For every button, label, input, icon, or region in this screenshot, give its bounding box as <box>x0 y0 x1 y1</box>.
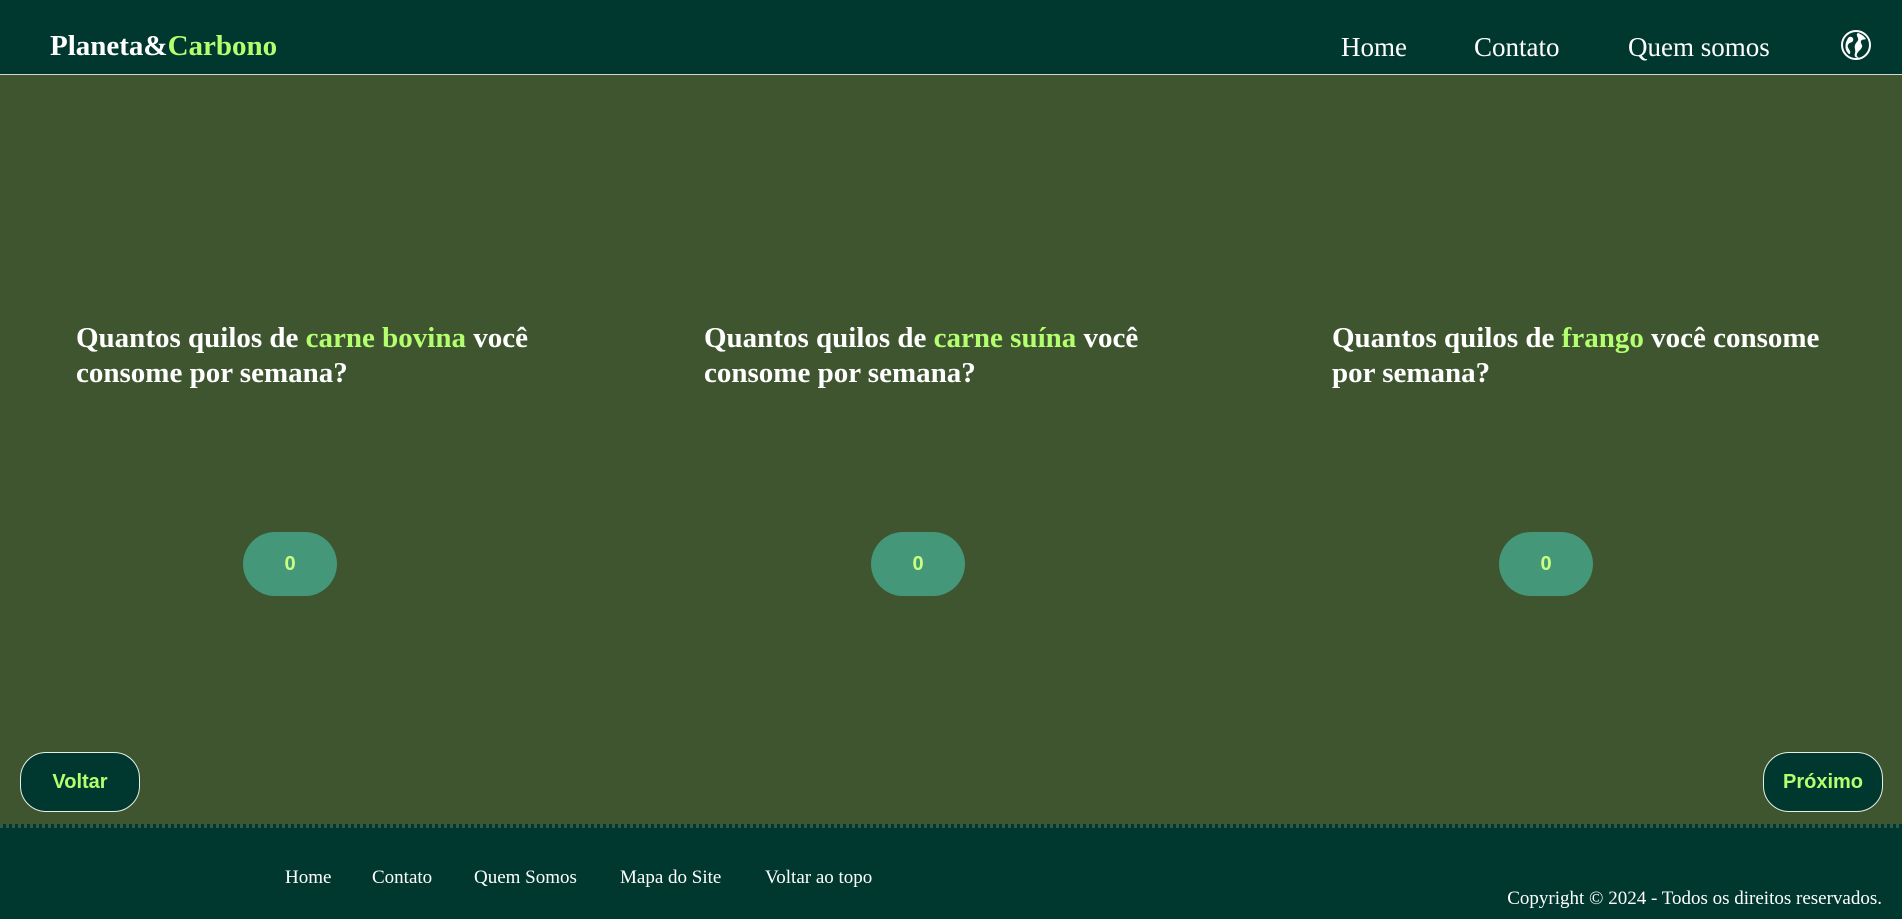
question-frango: Quantos quilos de frango você consome po… <box>1332 322 1820 389</box>
question-highlight: frango <box>1561 322 1644 354</box>
quiz-section: Quantos quilos de carne bovina você cons… <box>0 76 1902 824</box>
nav-home[interactable]: Home <box>1341 32 1407 63</box>
site-footer: Home Contato Quem Somos Mapa do Site Vol… <box>0 824 1902 919</box>
next-button[interactable]: Próximo <box>1763 752 1883 812</box>
footer-divider <box>0 824 1902 828</box>
copyright-text: Copyright © 2024 - Todos os direitos res… <box>1507 888 1882 909</box>
footer-link-quem-somos[interactable]: Quem Somos <box>474 867 577 889</box>
question-carne-suina: Quantos quilos de carne suína você conso… <box>704 322 1139 389</box>
logo-text-accent: Carbono <box>167 30 278 62</box>
question-carne-bovina: Quantos quilos de carne bovina você cons… <box>76 322 528 389</box>
site-header: Planeta&Carbono Home Contato Quem somos <box>0 0 1902 75</box>
value-input-carne-suina[interactable]: 0 <box>871 532 965 596</box>
back-button[interactable]: Voltar <box>20 752 140 812</box>
value-input-carne-bovina[interactable]: 0 <box>243 532 337 596</box>
footer-link-home[interactable]: Home <box>285 867 331 889</box>
value-input-frango[interactable]: 0 <box>1499 532 1593 596</box>
footer-link-mapa-do-site[interactable]: Mapa do Site <box>620 867 721 889</box>
question-highlight: carne bovina <box>305 322 466 354</box>
logo-text-primary: Planeta& <box>50 30 168 62</box>
globe-icon[interactable] <box>1840 29 1872 61</box>
footer-link-voltar-ao-topo[interactable]: Voltar ao topo <box>765 867 872 889</box>
site-logo[interactable]: Planeta&Carbono <box>50 30 277 63</box>
nav-quem-somos[interactable]: Quem somos <box>1628 32 1770 63</box>
footer-link-contato[interactable]: Contato <box>372 867 432 889</box>
question-highlight: carne suína <box>933 322 1077 354</box>
nav-contato[interactable]: Contato <box>1474 32 1560 63</box>
